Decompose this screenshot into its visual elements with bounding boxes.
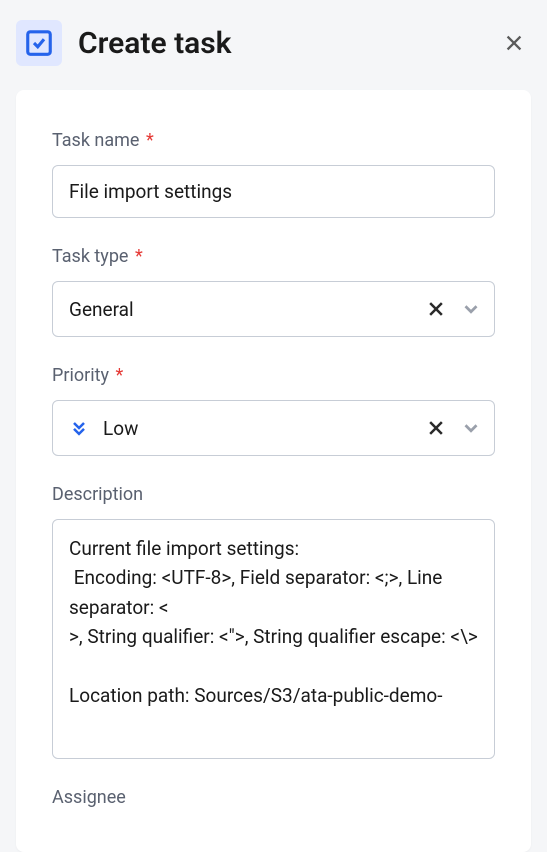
task-type-dropdown-button[interactable] bbox=[460, 298, 482, 320]
clear-icon bbox=[426, 418, 446, 438]
create-task-dialog: Create task Task name * Task type * Gene… bbox=[0, 0, 547, 852]
task-name-label: Task name * bbox=[52, 130, 495, 151]
task-type-value: General bbox=[69, 298, 426, 321]
description-container bbox=[52, 519, 495, 759]
task-name-group: Task name * bbox=[52, 130, 495, 218]
task-name-input[interactable] bbox=[52, 165, 495, 218]
task-type-clear-button[interactable] bbox=[426, 299, 446, 319]
clear-icon bbox=[426, 299, 446, 319]
description-group: Description bbox=[52, 484, 495, 759]
priority-select[interactable]: Low bbox=[52, 400, 495, 456]
priority-value: Low bbox=[103, 417, 138, 440]
priority-label: Priority * bbox=[52, 365, 495, 386]
priority-group: Priority * Low bbox=[52, 365, 495, 456]
description-label: Description bbox=[52, 484, 495, 505]
required-mark: * bbox=[135, 246, 143, 267]
priority-clear-button[interactable] bbox=[426, 418, 446, 438]
dialog-title: Create task bbox=[78, 26, 481, 61]
priority-dropdown-button[interactable] bbox=[460, 417, 482, 439]
required-mark: * bbox=[115, 365, 123, 386]
task-type-select[interactable]: General bbox=[52, 281, 495, 337]
chevron-down-icon bbox=[460, 298, 482, 320]
task-type-label: Task type * bbox=[52, 246, 495, 267]
dialog-header: Create task bbox=[16, 20, 531, 66]
priority-low-icon bbox=[69, 418, 89, 438]
chevron-down-icon bbox=[460, 417, 482, 439]
task-type-group: Task type * General bbox=[52, 246, 495, 337]
assignee-group: Assignee bbox=[52, 787, 495, 808]
close-button[interactable] bbox=[497, 26, 531, 60]
task-checkbox-icon bbox=[16, 20, 62, 66]
close-icon bbox=[503, 32, 525, 54]
form-card: Task name * Task type * General bbox=[16, 90, 531, 852]
description-textarea[interactable] bbox=[53, 520, 494, 758]
assignee-label: Assignee bbox=[52, 787, 495, 808]
required-mark: * bbox=[146, 130, 154, 151]
